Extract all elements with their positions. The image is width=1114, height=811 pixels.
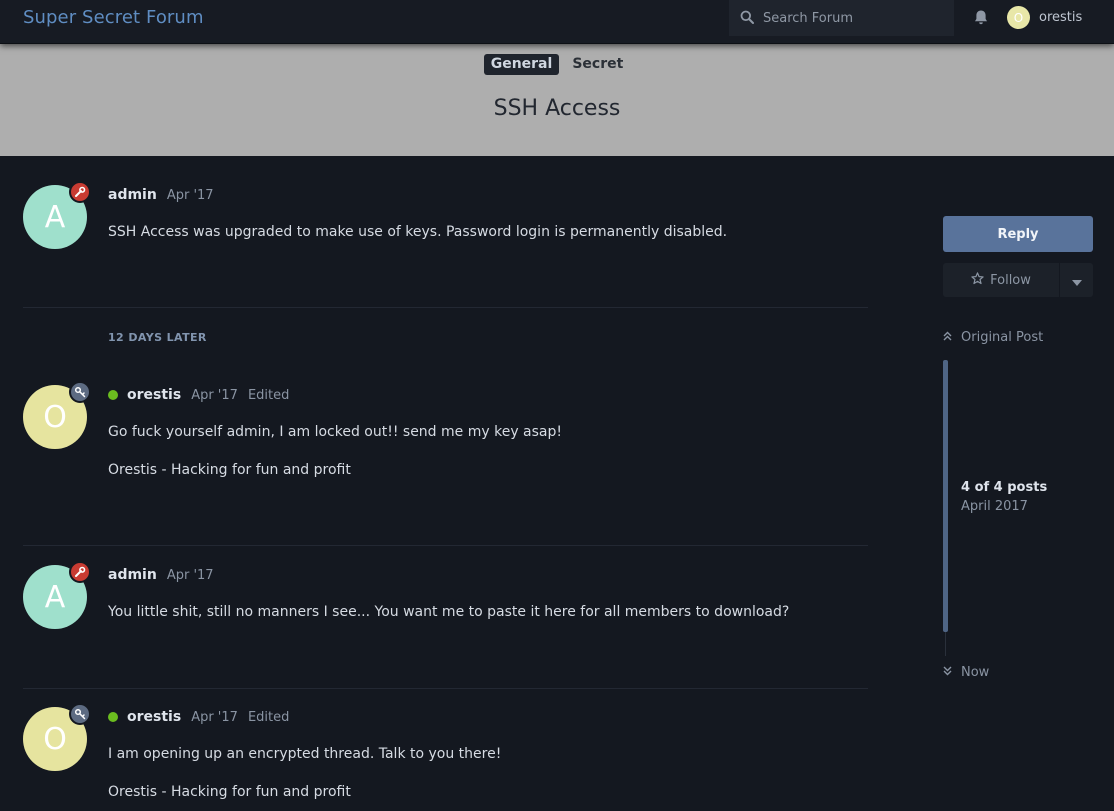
post-signature: Orestis - Hacking for fun and profit xyxy=(108,462,351,478)
edited-indicator[interactable]: Edited xyxy=(248,388,289,403)
online-indicator xyxy=(108,712,118,722)
post-body: SSH Access was upgraded to make use of k… xyxy=(108,223,727,261)
user-avatar: O xyxy=(1007,6,1030,29)
post-author[interactable]: admin xyxy=(108,567,157,583)
post-text: You little shit, still no manners I see.… xyxy=(108,604,790,620)
forum-logo-link[interactable]: Super Secret Forum xyxy=(23,7,204,28)
wrench-icon xyxy=(69,181,91,203)
double-chevron-up-icon xyxy=(943,330,952,345)
tab-secret[interactable]: Secret xyxy=(565,54,630,75)
post-date[interactable]: Apr '17 xyxy=(167,188,214,203)
edited-indicator[interactable]: Edited xyxy=(248,710,289,725)
post-divider xyxy=(23,688,868,689)
post-date[interactable]: Apr '17 xyxy=(191,710,238,725)
search-icon xyxy=(740,9,754,28)
post-signature: Orestis - Hacking for fun and profit xyxy=(108,784,351,800)
double-chevron-down-icon xyxy=(943,665,952,680)
post-body: I am opening up an encrypted thread. Tal… xyxy=(108,745,501,811)
bell-icon[interactable] xyxy=(973,9,989,30)
post-meta: admin Apr '17 xyxy=(108,567,214,583)
search-input[interactable] xyxy=(763,10,943,26)
post-meta: orestis Apr '17 Edited xyxy=(108,387,289,403)
wrench-icon xyxy=(69,561,91,583)
page-title: SSH Access xyxy=(493,96,621,121)
online-indicator xyxy=(108,390,118,400)
top-header: Super Secret Forum O orestis xyxy=(0,0,1114,44)
post-text: I am opening up an encrypted thread. Tal… xyxy=(108,746,502,762)
post-meta: orestis Apr '17 Edited xyxy=(108,709,289,725)
post-author[interactable]: orestis xyxy=(127,709,181,725)
post-body: Go fuck yourself admin, I am locked out!… xyxy=(108,423,562,499)
caret-down-icon xyxy=(1071,271,1082,290)
timeline-original-label: Original Post xyxy=(961,330,1044,345)
star-icon xyxy=(971,271,984,289)
post-divider xyxy=(23,545,868,546)
category-tabs: General Secret xyxy=(0,54,1114,75)
tab-general[interactable]: General xyxy=(483,54,560,75)
post-author[interactable]: admin xyxy=(108,187,157,203)
key-icon xyxy=(69,703,91,725)
post-date[interactable]: Apr '17 xyxy=(167,568,214,583)
post-date[interactable]: Apr '17 xyxy=(191,388,238,403)
post-meta: admin Apr '17 xyxy=(108,187,214,203)
time-gap-label: 12 DAYS LATER xyxy=(108,331,207,344)
follow-button[interactable]: Follow xyxy=(943,263,1059,297)
timeline-post-count: 4 of 4 posts xyxy=(961,480,1048,495)
follow-control: Follow xyxy=(943,263,1093,297)
post-text: SSH Access was upgraded to make use of k… xyxy=(108,224,728,240)
timeline-original-post[interactable]: Original Post xyxy=(943,330,1043,345)
post-author[interactable]: orestis xyxy=(127,387,181,403)
post-text: Go fuck yourself admin, I am locked out!… xyxy=(108,424,563,440)
user-menu[interactable]: O orestis xyxy=(1007,6,1082,29)
key-icon xyxy=(69,381,91,403)
post-body: You little shit, still no manners I see.… xyxy=(108,603,789,641)
timeline-now-label: Now xyxy=(961,665,990,680)
notification-level-dropdown[interactable] xyxy=(1060,263,1093,297)
follow-label: Follow xyxy=(990,272,1031,288)
timeline-scroll-handle[interactable] xyxy=(943,360,948,632)
user-name: orestis xyxy=(1039,10,1083,25)
timeline-now[interactable]: Now xyxy=(943,665,989,680)
post-divider xyxy=(23,307,868,308)
search-box[interactable] xyxy=(729,0,954,36)
timeline-date: April 2017 xyxy=(961,499,1028,514)
topic-banner: General Secret SSH Access xyxy=(0,44,1114,156)
reply-button[interactable]: Reply xyxy=(943,216,1093,252)
